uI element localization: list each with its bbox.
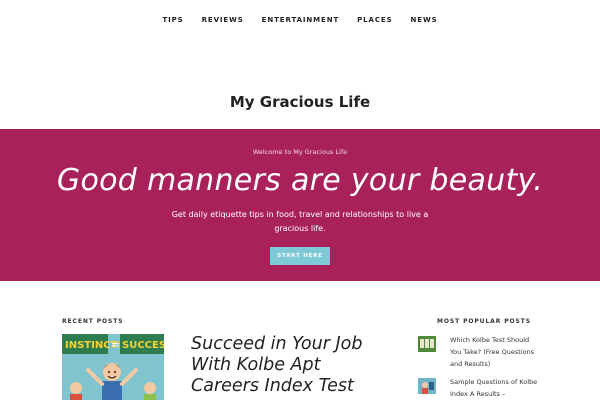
nav-item-places[interactable]: PLACES	[357, 16, 392, 24]
recent-posts-heading: RECENT POSTS	[62, 318, 124, 325]
popular-post-title: Which Kolbe Test Should You Take? (Free …	[450, 336, 535, 368]
thumb-word-success: SUCCESS	[122, 340, 164, 351]
popular-post-title: Sample Questions of Kolbe Index A Result…	[450, 378, 538, 398]
start-here-button[interactable]: START HERE	[270, 247, 330, 265]
thumb-word-equals: =	[111, 340, 119, 351]
hero-headline: Good manners are your beauty.	[56, 163, 544, 198]
recent-post-title[interactable]: Succeed in Your Job With Kolbe Apt Caree…	[191, 334, 381, 397]
nav-item-tips[interactable]: TIPS	[162, 16, 183, 24]
hero-subtitle: Get daily etiquette tips in food, travel…	[171, 210, 429, 233]
hero-banner: Welcome to My Gracious Life Good manners…	[0, 129, 600, 281]
hero-welcome-text: Welcome to My Gracious Life	[252, 148, 348, 156]
nav-item-entertainment[interactable]: ENTERTAINMENT	[262, 16, 339, 24]
nav-item-reviews[interactable]: REVIEWS	[202, 16, 244, 24]
nav-item-news[interactable]: NEWS	[411, 16, 438, 24]
popular-post-item[interactable]: Sample Questions of Kolbe Index A Result…	[418, 376, 538, 400]
popular-posts-heading: MOST POPULAR POSTS	[437, 318, 531, 325]
recent-post-thumbnail[interactable]: INSTINCTS = SUCCESS	[62, 334, 164, 400]
site-title[interactable]: My Gracious Life	[0, 93, 600, 111]
main-nav: TIPS REVIEWS ENTERTAINMENT PLACES NEWS	[0, 16, 600, 24]
popular-post-thumbnail	[418, 378, 436, 394]
popular-post-thumbnail	[418, 336, 436, 352]
popular-post-item[interactable]: Which Kolbe Test Should You Take? (Free …	[418, 334, 538, 370]
kolbe-illustration: INSTINCTS = SUCCESS	[62, 334, 164, 400]
